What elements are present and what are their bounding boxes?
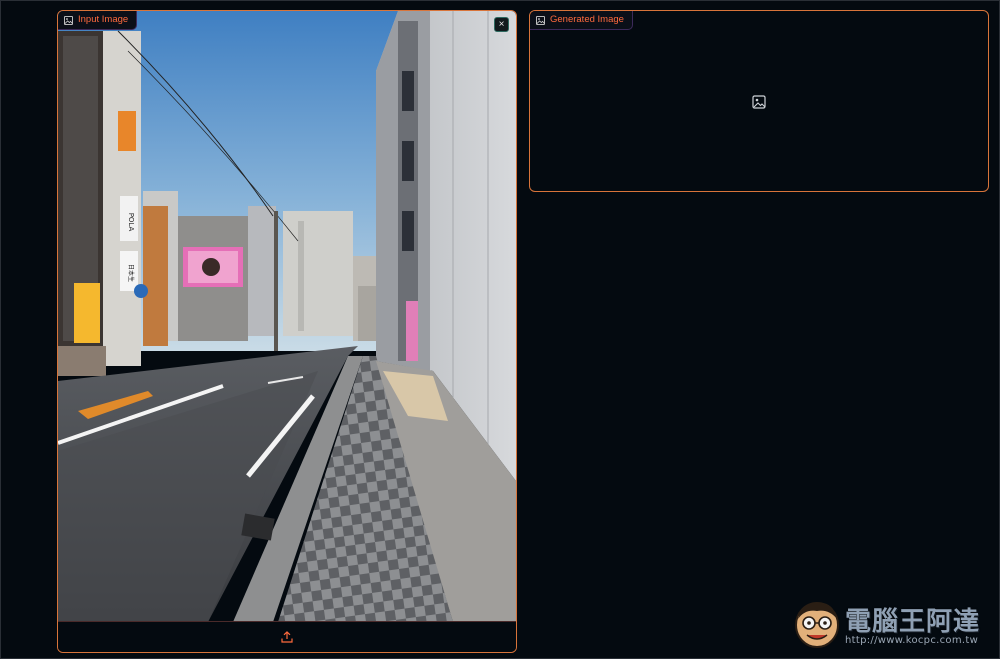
close-button[interactable]: × bbox=[494, 17, 509, 32]
input-panel-footer bbox=[58, 621, 516, 652]
watermark: 電腦王阿達 http://www.kocpc.com.tw bbox=[793, 597, 993, 653]
upload-icon bbox=[281, 631, 293, 643]
input-image-label: Input Image bbox=[78, 14, 129, 26]
image-placeholder-icon bbox=[751, 94, 767, 110]
upload-button[interactable] bbox=[277, 627, 297, 647]
image-icon bbox=[536, 15, 545, 25]
generated-image-panel: Generated Image bbox=[529, 10, 989, 192]
image-icon bbox=[64, 15, 73, 25]
watermark-title: 電腦王阿達 bbox=[845, 607, 981, 637]
nihon-sign: 日本生 bbox=[127, 264, 135, 282]
close-icon: × bbox=[498, 19, 505, 30]
input-image-tab: Input Image bbox=[58, 11, 138, 30]
generated-image-tab: Generated Image bbox=[530, 11, 633, 30]
input-image-panel: Input Image × POLA 日本生 bbox=[57, 10, 517, 653]
watermark-url: http://www.kocpc.com.tw bbox=[845, 635, 979, 646]
pola-sign: POLA bbox=[127, 213, 135, 232]
mascot-logo bbox=[795, 602, 839, 648]
generated-image-label: Generated Image bbox=[550, 14, 624, 26]
input-photo: POLA 日本生 bbox=[58, 11, 516, 622]
